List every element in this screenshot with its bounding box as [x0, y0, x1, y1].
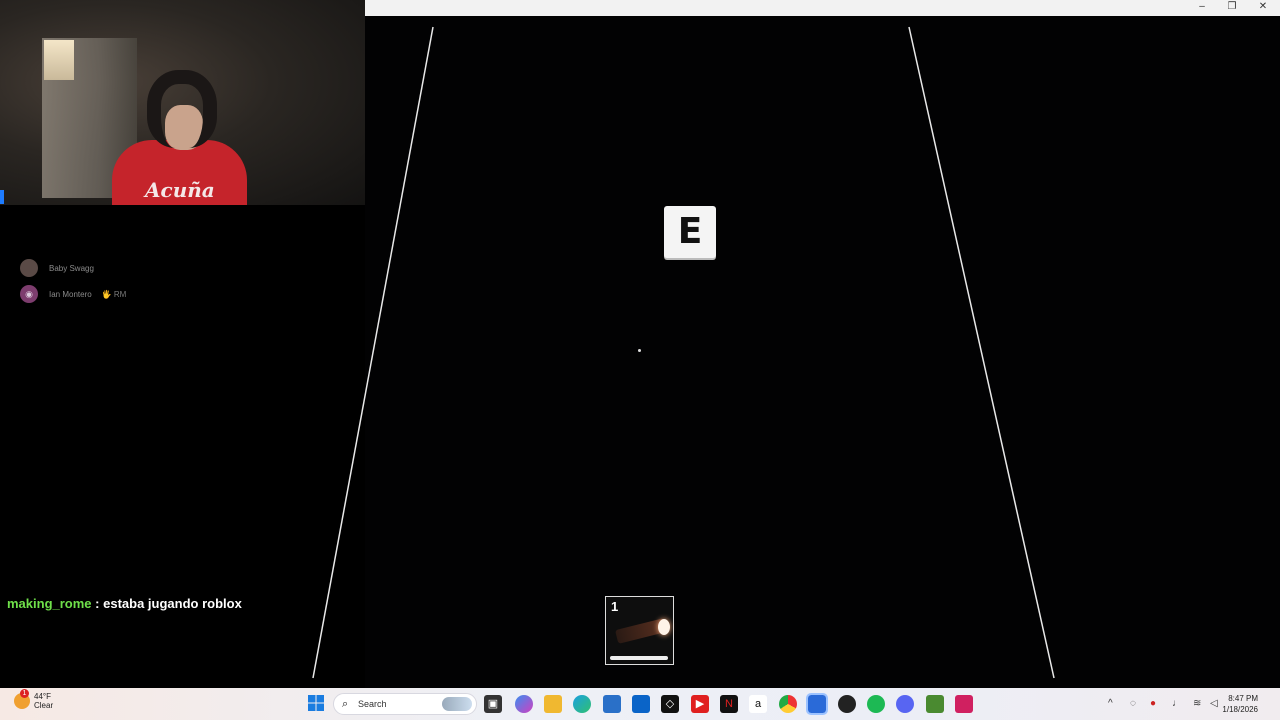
weather-badge: 1: [20, 689, 29, 698]
taskbar-clock[interactable]: 8:47 PM 1/18/2026: [1222, 693, 1258, 715]
wifi-icon[interactable]: ≋: [1193, 698, 1201, 709]
app-icon[interactable]: [955, 695, 973, 713]
taskbar-search[interactable]: ⌕ Search: [333, 693, 477, 715]
copilot-icon[interactable]: [515, 695, 533, 713]
start-icon[interactable]: [307, 695, 325, 713]
chat-message: making_rome : estaba jugando roblox: [7, 596, 242, 611]
chevron-up-icon[interactable]: ^: [1108, 698, 1113, 709]
chat-text: estaba jugando roblox: [103, 596, 242, 611]
tray-security-icon[interactable]: ●: [1150, 698, 1156, 709]
chrome-icon[interactable]: [779, 695, 797, 713]
weather-icon: 1: [14, 689, 30, 709]
corridor-right-edge: [908, 26, 1055, 679]
clock-time: 8:47 PM: [1228, 694, 1258, 703]
weather-widget[interactable]: 1 44°F Clear: [14, 689, 54, 710]
hotbar-slot-number: 1: [611, 599, 619, 614]
voice-user-name: Ian Montero: [49, 289, 92, 299]
youtube-icon[interactable]: ▶: [691, 695, 709, 713]
clock-date: 1/18/2026: [1222, 705, 1258, 714]
tray-app-icon[interactable]: ◌: [1130, 698, 1136, 709]
search-icon: ⌕: [342, 698, 349, 710]
hotbar-slot-1[interactable]: 1: [605, 596, 674, 665]
avatar: [20, 259, 38, 277]
search-highlight-icon: [442, 697, 472, 711]
volume-icon[interactable]: ◁: [1210, 698, 1218, 709]
chat-separator: :: [91, 596, 104, 611]
voice-user-tag: 🖐 RM: [101, 289, 127, 299]
netflix-icon[interactable]: N: [720, 695, 738, 713]
folder-icon[interactable]: [544, 695, 562, 713]
corridor-edges: [312, 26, 1055, 679]
voice-user-name: Baby Swagg: [49, 263, 94, 273]
obs-icon[interactable]: [838, 695, 856, 713]
edge-icon[interactable]: [573, 695, 591, 713]
taskbar: 1 44°F Clear ⌕ Search ▣ ◇ ▶ N a ^ ◌ ● ♩ …: [0, 688, 1280, 720]
hotbar-slot-selected-bar: [610, 656, 668, 660]
outlook-icon[interactable]: [632, 695, 650, 713]
voice-user: Baby Swagg: [20, 259, 94, 277]
store-icon[interactable]: [603, 695, 621, 713]
tray-mic-icon[interactable]: ♩: [1172, 698, 1182, 709]
minecraft-icon[interactable]: [926, 695, 944, 713]
roblox-icon[interactable]: ◇: [661, 695, 679, 713]
weather-temp: 44°F: [34, 692, 51, 701]
corridor-left-edge: [312, 26, 434, 679]
interact-key-prompt: E: [664, 206, 716, 258]
flashlight-lens: [658, 619, 670, 635]
spotify-icon[interactable]: [867, 695, 885, 713]
task-view-icon[interactable]: ▣: [484, 695, 502, 713]
active-app-icon[interactable]: [806, 693, 828, 715]
amazon-icon[interactable]: a: [749, 695, 767, 713]
search-label: Search: [358, 699, 387, 709]
chat-username: making_rome: [7, 596, 92, 611]
crosshair: [638, 349, 641, 352]
discord-avatar-icon: ◉: [20, 285, 38, 303]
weather-condition: Clear: [34, 701, 54, 710]
discord-icon[interactable]: [896, 695, 914, 713]
voice-user: ◉ Ian Montero 🖐 RM: [20, 285, 126, 303]
